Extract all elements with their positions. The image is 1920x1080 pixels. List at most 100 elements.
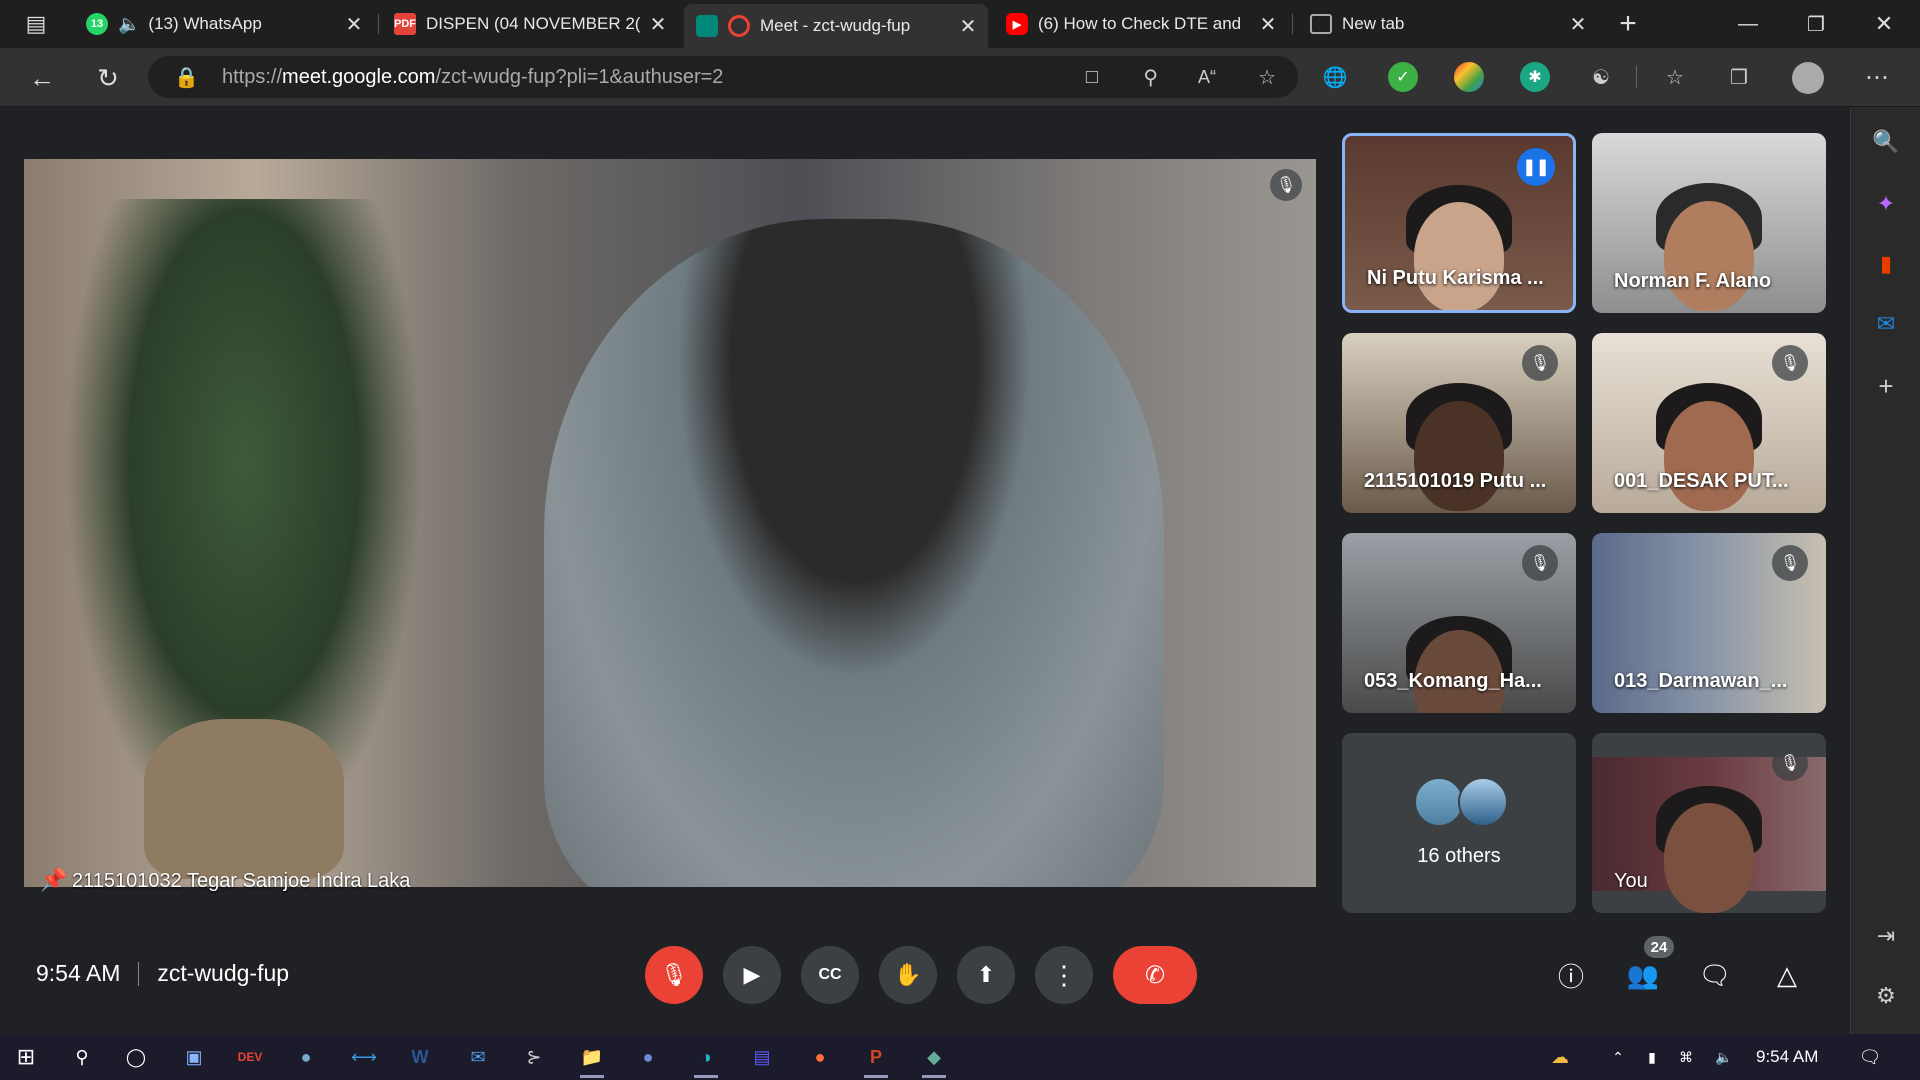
activities-button[interactable]: △ bbox=[1764, 952, 1810, 998]
tab-whatsapp[interactable]: 13 🔈 (13) WhatsApp ✕ bbox=[74, 6, 374, 42]
participant-tile[interactable]: ❚❚ Ni Putu Karisma ... bbox=[1342, 133, 1576, 313]
close-icon[interactable]: ✕ bbox=[1566, 12, 1590, 37]
others-count-label: 16 others bbox=[1417, 845, 1501, 867]
powerpoint-icon[interactable]: P bbox=[858, 1040, 894, 1078]
participant-name: 053_Komang_Ha... bbox=[1364, 670, 1542, 692]
close-icon[interactable]: ✕ bbox=[956, 14, 980, 39]
camera-toggle-button[interactable]: ▶ bbox=[723, 946, 781, 1004]
copilot-sparkle-icon[interactable]: ✦ bbox=[1869, 187, 1903, 221]
search-icon[interactable]: 🔍 bbox=[1869, 125, 1903, 159]
minimize-icon[interactable]: — bbox=[1730, 6, 1766, 42]
cortana-icon[interactable]: ◯ bbox=[118, 1040, 154, 1074]
read-aloud-icon[interactable]: A“ bbox=[1198, 67, 1216, 88]
meeting-time: 9:54 AM bbox=[36, 960, 121, 986]
weather-icon[interactable]: ☁ bbox=[1542, 1040, 1578, 1074]
favorites-icon[interactable]: ☆ bbox=[1660, 62, 1690, 92]
app-icon[interactable]: ▤ bbox=[744, 1040, 780, 1074]
firefox-icon[interactable]: ● bbox=[802, 1040, 838, 1074]
mic-off-icon: 🎙 bbox=[1522, 345, 1558, 381]
outlook-icon[interactable]: ✉ bbox=[1869, 307, 1903, 341]
end-call-button[interactable]: ✆ bbox=[1113, 946, 1197, 1004]
participant-tile[interactable]: Norman F. Alano bbox=[1592, 133, 1826, 313]
add-sidebar-app-icon[interactable]: + bbox=[1869, 369, 1903, 403]
close-icon[interactable]: ✕ bbox=[646, 12, 670, 37]
raise-hand-button[interactable]: ✋ bbox=[879, 946, 937, 1004]
restore-icon[interactable]: ❐ bbox=[1798, 6, 1834, 42]
tab-dispen[interactable]: PDF DISPEN (04 NOVEMBER 2( ✕ bbox=[382, 6, 678, 42]
close-icon[interactable]: ✕ bbox=[342, 12, 366, 37]
vscode-icon[interactable]: ⟷ bbox=[346, 1040, 382, 1074]
meeting-details-button[interactable]: ⓘ bbox=[1548, 952, 1594, 998]
present-screen-icon: ⬆ bbox=[976, 962, 996, 987]
green-extension-icon[interactable]: ✱ bbox=[1520, 62, 1550, 92]
grammarly-extension-icon[interactable]: ✓ bbox=[1388, 62, 1418, 92]
volume-icon[interactable]: 🔈 bbox=[1706, 1040, 1742, 1074]
participant-name: 013_Darmawan_... bbox=[1614, 670, 1788, 692]
close-icon[interactable]: ✕ bbox=[1256, 12, 1280, 37]
people-count-badge: 24 bbox=[1644, 936, 1674, 958]
file-explorer-icon[interactable]: 📁 bbox=[574, 1040, 610, 1078]
notification-icon[interactable]: 🗨 bbox=[1852, 1040, 1888, 1074]
refresh-icon[interactable]: ↻ bbox=[90, 60, 126, 96]
profile-avatar[interactable] bbox=[1792, 62, 1824, 94]
camera-in-use-icon[interactable]: □ bbox=[1086, 66, 1098, 89]
extensions-icon[interactable]: ☯ bbox=[1586, 62, 1616, 92]
mic-off-icon: 🎙 bbox=[1522, 545, 1558, 581]
camera-icon: ▶ bbox=[743, 962, 761, 987]
hand-icon: ✋ bbox=[894, 962, 922, 987]
settings-gear-icon[interactable]: ⚙ bbox=[1869, 979, 1903, 1013]
terminal-icon[interactable]: ⊱ bbox=[516, 1040, 552, 1074]
hide-sidebar-icon[interactable]: ⇥ bbox=[1869, 919, 1903, 953]
main-video[interactable]: 🎙 bbox=[24, 159, 1316, 887]
add-favorite-icon[interactable]: ☆ bbox=[1258, 65, 1276, 90]
tab-meet[interactable]: Meet - zct-wudg-fup ✕ bbox=[684, 4, 988, 48]
office-icon[interactable]: ▮ bbox=[1869, 247, 1903, 281]
tray-chevron-icon[interactable]: ⌃ bbox=[1600, 1040, 1636, 1074]
word-icon[interactable]: W bbox=[402, 1040, 438, 1074]
mic-toggle-button[interactable]: 🎙 bbox=[645, 946, 703, 1004]
captions-button[interactable]: CC bbox=[801, 946, 859, 1004]
captions-icon: CC bbox=[818, 966, 842, 983]
wifi-icon[interactable]: ⌘ bbox=[1668, 1040, 1704, 1074]
participant-tile[interactable]: 🎙 013_Darmawan_... bbox=[1592, 533, 1826, 713]
app-icon[interactable]: ● bbox=[288, 1040, 324, 1074]
jetbrains-icon[interactable]: ▣ bbox=[176, 1040, 212, 1074]
devc-icon[interactable]: DEV bbox=[232, 1040, 268, 1074]
back-icon[interactable]: ← bbox=[24, 60, 60, 96]
pin-icon[interactable]: 📌 bbox=[40, 867, 67, 893]
colorful-extension-icon[interactable] bbox=[1454, 62, 1484, 92]
participant-tile[interactable]: 🎙 001_DESAK PUT... bbox=[1592, 333, 1826, 513]
self-tile[interactable]: 🎙 You bbox=[1592, 733, 1826, 913]
window-close-icon[interactable]: ✕ bbox=[1866, 6, 1902, 42]
tab-new-tab[interactable]: New tab ✕ bbox=[1298, 6, 1598, 42]
new-tab-plus-icon[interactable]: + bbox=[1610, 6, 1646, 42]
more-options-icon[interactable]: ⋯ bbox=[1862, 62, 1892, 92]
chat-button[interactable]: 🗨 bbox=[1692, 952, 1738, 998]
taskbar-clock[interactable]: 9:54 AM bbox=[1756, 1047, 1818, 1067]
people-button[interactable]: 👥 bbox=[1620, 952, 1666, 998]
meeting-info: 9:54 AM zct-wudg-fup bbox=[36, 960, 289, 987]
tab-title: (6) How to Check DTE and bbox=[1038, 14, 1242, 33]
present-button[interactable]: ⬆ bbox=[957, 946, 1015, 1004]
windows-start-icon[interactable]: ⊞ bbox=[8, 1040, 44, 1074]
more-options-button[interactable]: ⋮ bbox=[1035, 946, 1093, 1004]
edge-icon[interactable]: ◑ bbox=[688, 1040, 724, 1078]
mic-off-icon: 🎙 bbox=[1772, 545, 1808, 581]
discord-icon[interactable]: ● bbox=[630, 1040, 666, 1074]
participant-tile[interactable]: 🎙 2115101019 Putu ... bbox=[1342, 333, 1576, 513]
mail-icon[interactable]: ✉ bbox=[460, 1040, 496, 1074]
collections-icon[interactable]: ❐ bbox=[1724, 62, 1754, 92]
others-tile[interactable]: 16 others bbox=[1342, 733, 1576, 913]
url-field[interactable]: 🔒 https://meet.google.com/zct-wudg-fup?p… bbox=[148, 56, 1298, 98]
video-thumbnail bbox=[1664, 802, 1754, 913]
speaker-icon[interactable]: 🔈 bbox=[118, 14, 140, 35]
battery-icon[interactable]: ▮ bbox=[1634, 1040, 1670, 1074]
globe-extension-icon[interactable]: 🌐 bbox=[1320, 62, 1350, 92]
participant-tile[interactable]: 🎙 053_Komang_Ha... bbox=[1342, 533, 1576, 713]
key-icon[interactable]: ⚲ bbox=[1143, 65, 1158, 90]
tab-title: New tab bbox=[1342, 14, 1405, 33]
tab-actions-icon[interactable]: ▤ bbox=[18, 6, 54, 42]
app-icon[interactable]: ◆ bbox=[916, 1040, 952, 1078]
search-icon[interactable]: ⚲ bbox=[64, 1040, 100, 1074]
tab-youtube[interactable]: ▶ (6) How to Check DTE and ✕ bbox=[994, 6, 1288, 42]
